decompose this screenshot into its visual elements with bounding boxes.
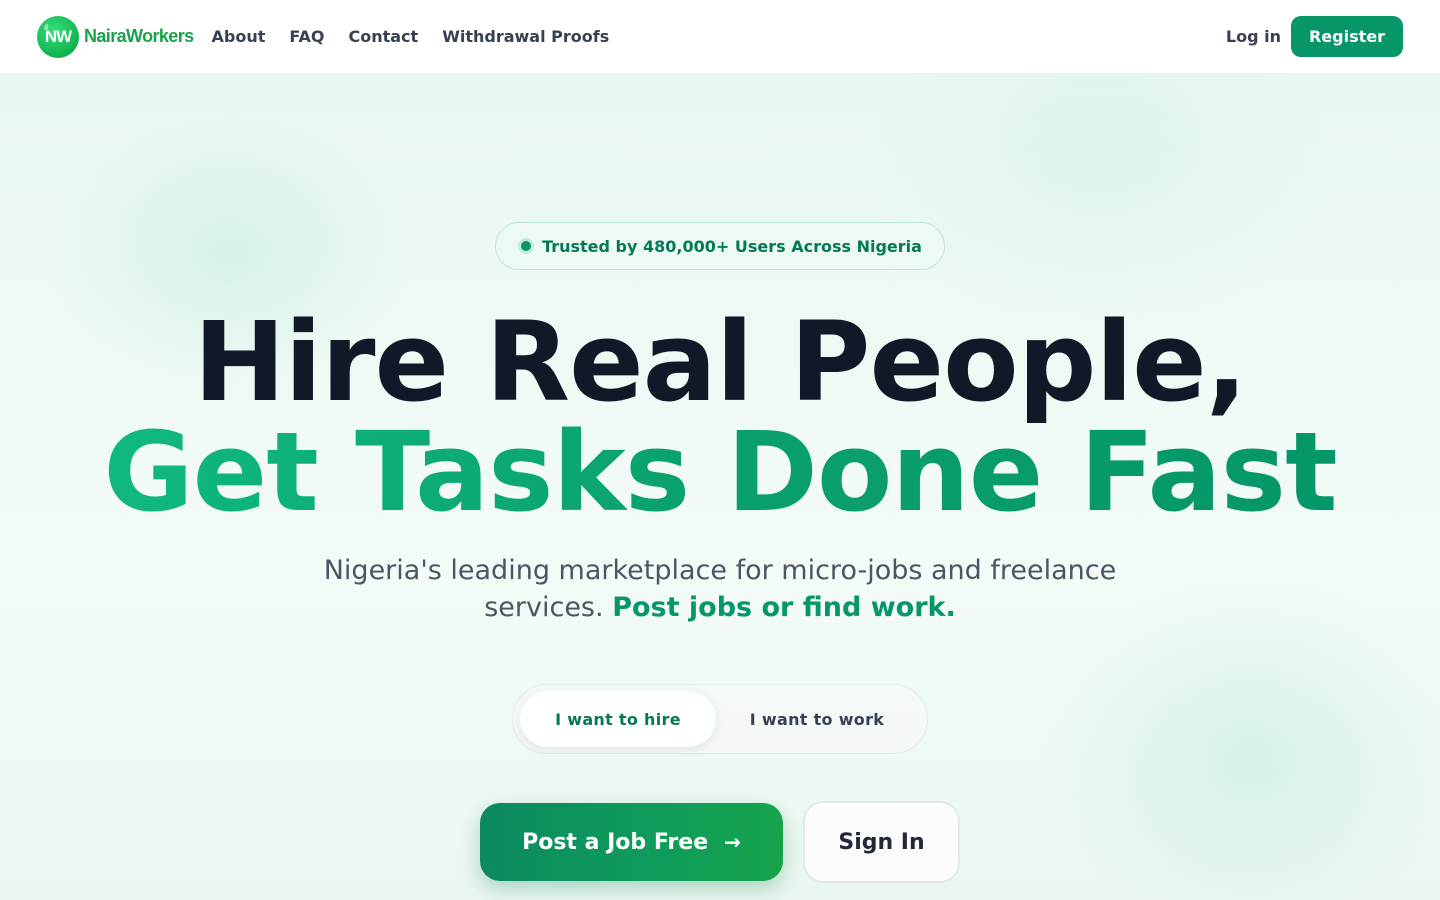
site-header: # NW NairaWorkers About FAQ Contact With… (0, 0, 1440, 74)
header-actions: Log in Register (1226, 16, 1403, 57)
nav-link-about[interactable]: About (212, 27, 266, 46)
main-nav: About FAQ Contact Withdrawal Proofs (212, 27, 610, 46)
post-job-button[interactable]: Post a Job Free → (480, 803, 783, 881)
hero-headline-line2-text: Get Tasks Done Fast (103, 408, 1337, 536)
nav-link-faq[interactable]: FAQ (289, 27, 324, 46)
logo-text: NairaWorkers (84, 26, 194, 46)
hero-headline-line1: Hire Real People, (193, 298, 1247, 426)
nav-link-withdrawal-proofs[interactable]: Withdrawal Proofs (442, 27, 609, 46)
toggle-work[interactable]: I want to work (716, 691, 918, 747)
trust-badge: Trusted by 480,000+ Users Across Nigeria (495, 222, 945, 270)
trust-badge-text: Trusted by 480,000+ Users Across Nigeria (542, 236, 922, 256)
register-button[interactable]: Register (1290, 16, 1403, 57)
logo-badge-icon: # NW (37, 15, 79, 58)
logo[interactable]: # NW NairaWorkers (37, 15, 194, 58)
hero-section: Trusted by 480,000+ Users Across Nigeria… (0, 74, 1440, 900)
hero-subtitle: Nigeria's leading marketplace for micro-… (300, 552, 1140, 626)
nav-link-contact[interactable]: Contact (348, 27, 418, 46)
login-link[interactable]: Log in (1226, 27, 1281, 46)
sign-in-button[interactable]: Sign In (803, 801, 960, 883)
arrow-right-icon: → (724, 830, 741, 854)
post-job-label: Post a Job Free (522, 829, 709, 855)
toggle-hire[interactable]: I want to hire (520, 691, 716, 747)
logo-badge-text: NW (44, 26, 72, 46)
status-dot-icon (518, 238, 535, 254)
hero-subtitle-accent: Post jobs or find work. (612, 592, 956, 623)
role-toggle: I want to hire I want to work (512, 684, 928, 754)
hero-headline-line2: Get Tasks Done Fast (0, 412, 1440, 532)
